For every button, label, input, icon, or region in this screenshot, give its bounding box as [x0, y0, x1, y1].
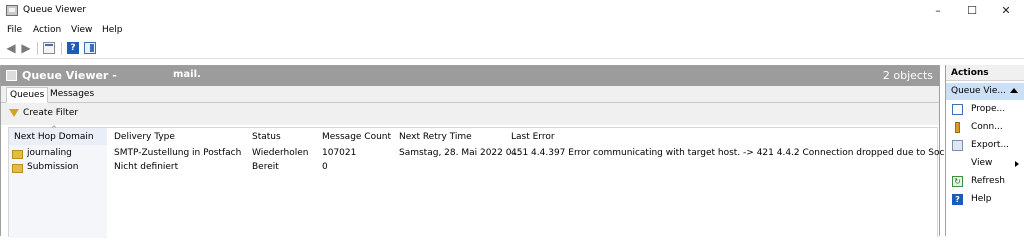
cell-status: Bereit	[252, 162, 279, 172]
cell-next-hop-domain: Submission	[27, 162, 79, 172]
cell-status: Wiederholen	[252, 148, 309, 158]
action-refresh[interactable]: ↻ Refresh	[946, 173, 1024, 191]
create-filter-button[interactable]: Create Filter	[23, 108, 78, 118]
help-icon[interactable]: ?	[67, 42, 79, 54]
minimize-button[interactable]: –	[924, 3, 952, 19]
cell-last-error: 451 4.4.397 Error communicating with tar…	[511, 148, 981, 158]
help-icon: ?	[952, 194, 963, 205]
toolbar-separator	[61, 42, 62, 55]
action-label: Export...	[971, 140, 1010, 150]
action-label: Conn...	[971, 122, 1003, 132]
action-label: Help	[971, 194, 992, 204]
refresh-icon: ↻	[952, 176, 963, 187]
column-header-next-hop-domain[interactable]: ^ Next Hop Domain	[9, 125, 107, 145]
action-label: Refresh	[971, 176, 1005, 186]
cell-delivery-type: Nicht definiert	[114, 162, 179, 172]
cell-delivery-type: SMTP-Zustellung in Postfach	[114, 148, 242, 158]
action-label: Prope...	[971, 104, 1006, 114]
cell-next-hop-domain: journaling	[27, 148, 72, 158]
column-header-last-error[interactable]: Last Error	[511, 128, 555, 145]
column-header-message-count[interactable]: Message Count	[322, 128, 391, 145]
action-properties[interactable]: Prope...	[946, 101, 1024, 119]
connect-icon	[955, 122, 960, 133]
menu-file[interactable]: File	[7, 25, 22, 35]
tab-strip: Queues Messages	[1, 86, 939, 103]
actions-section-label: Queue Vie...	[951, 86, 1007, 96]
properties-icon	[952, 104, 963, 115]
object-count: 2 objects	[882, 69, 933, 82]
console-tree-icon[interactable]	[43, 42, 55, 54]
menu-help[interactable]: Help	[102, 25, 123, 35]
export-icon	[952, 140, 963, 151]
queue-viewer-pane: Queue Viewer - mail. 2 objects Queues Me…	[0, 65, 980, 238]
actions-pane: Actions Queue Vie... Prope... Conn... Ex…	[945, 65, 1024, 236]
action-pane-icon[interactable]	[84, 42, 96, 54]
maximize-button[interactable]: ☐	[958, 3, 986, 19]
queue-viewer-icon	[6, 70, 17, 81]
back-arrow-icon[interactable]: ◀	[5, 42, 17, 54]
action-help[interactable]: ? Help	[946, 191, 1024, 209]
title-bar: Queue Viewer – ☐ ✕	[0, 0, 1024, 22]
collapse-caret-icon[interactable]	[1010, 88, 1018, 93]
forward-arrow-icon[interactable]: ▶	[20, 42, 32, 54]
column-header-next-retry-time[interactable]: Next Retry Time	[399, 128, 472, 145]
menu-bar: File Action View Help	[0, 22, 1024, 39]
queue-table: ^ Next Hop Domain Delivery Type Status M…	[8, 125, 980, 238]
column-header-delivery-type[interactable]: Delivery Type	[114, 128, 175, 145]
action-view[interactable]: View	[946, 155, 1024, 173]
menu-view[interactable]: View	[71, 25, 92, 35]
close-button[interactable]: ✕	[992, 3, 1020, 19]
queue-folder-icon	[12, 150, 23, 159]
action-export[interactable]: Export...	[946, 137, 1024, 155]
actions-title: Actions	[946, 65, 1024, 81]
cell-message-count: 107021	[322, 148, 357, 158]
tab-queues[interactable]: Queues	[6, 87, 49, 103]
actions-section-queue-viewer[interactable]: Queue Vie...	[946, 83, 1024, 100]
queue-folder-icon	[12, 164, 23, 173]
menu-action[interactable]: Action	[33, 25, 61, 35]
table-row[interactable]: Submission Nicht definiert Bereit 0	[9, 162, 937, 176]
pane-header: Queue Viewer - mail. 2 objects	[1, 66, 939, 86]
table-row[interactable]: journaling SMTP-Zustellung in Postfach W…	[9, 148, 980, 162]
pane-title: Queue Viewer -	[22, 69, 117, 82]
sort-ascending-icon: ^	[51, 125, 57, 133]
cell-message-count: 0	[322, 162, 328, 172]
filter-icon	[9, 109, 19, 117]
submenu-arrow-icon	[1015, 161, 1019, 167]
column-header-status[interactable]: Status	[252, 128, 281, 145]
cell-next-retry-time: Samstag, 28. Mai 2022 0...	[399, 148, 521, 158]
toolbar: ◀ ▶ ?	[0, 39, 1024, 59]
tab-messages[interactable]: Messages	[47, 87, 97, 103]
action-connect[interactable]: Conn...	[946, 119, 1024, 137]
server-name: mail.	[173, 69, 201, 80]
toolbar-separator	[37, 42, 38, 55]
window-title: Queue Viewer	[23, 5, 87, 15]
filter-bar: Create Filter	[1, 103, 939, 125]
queue-viewer-app-icon	[6, 5, 18, 16]
action-label: View	[971, 158, 993, 168]
